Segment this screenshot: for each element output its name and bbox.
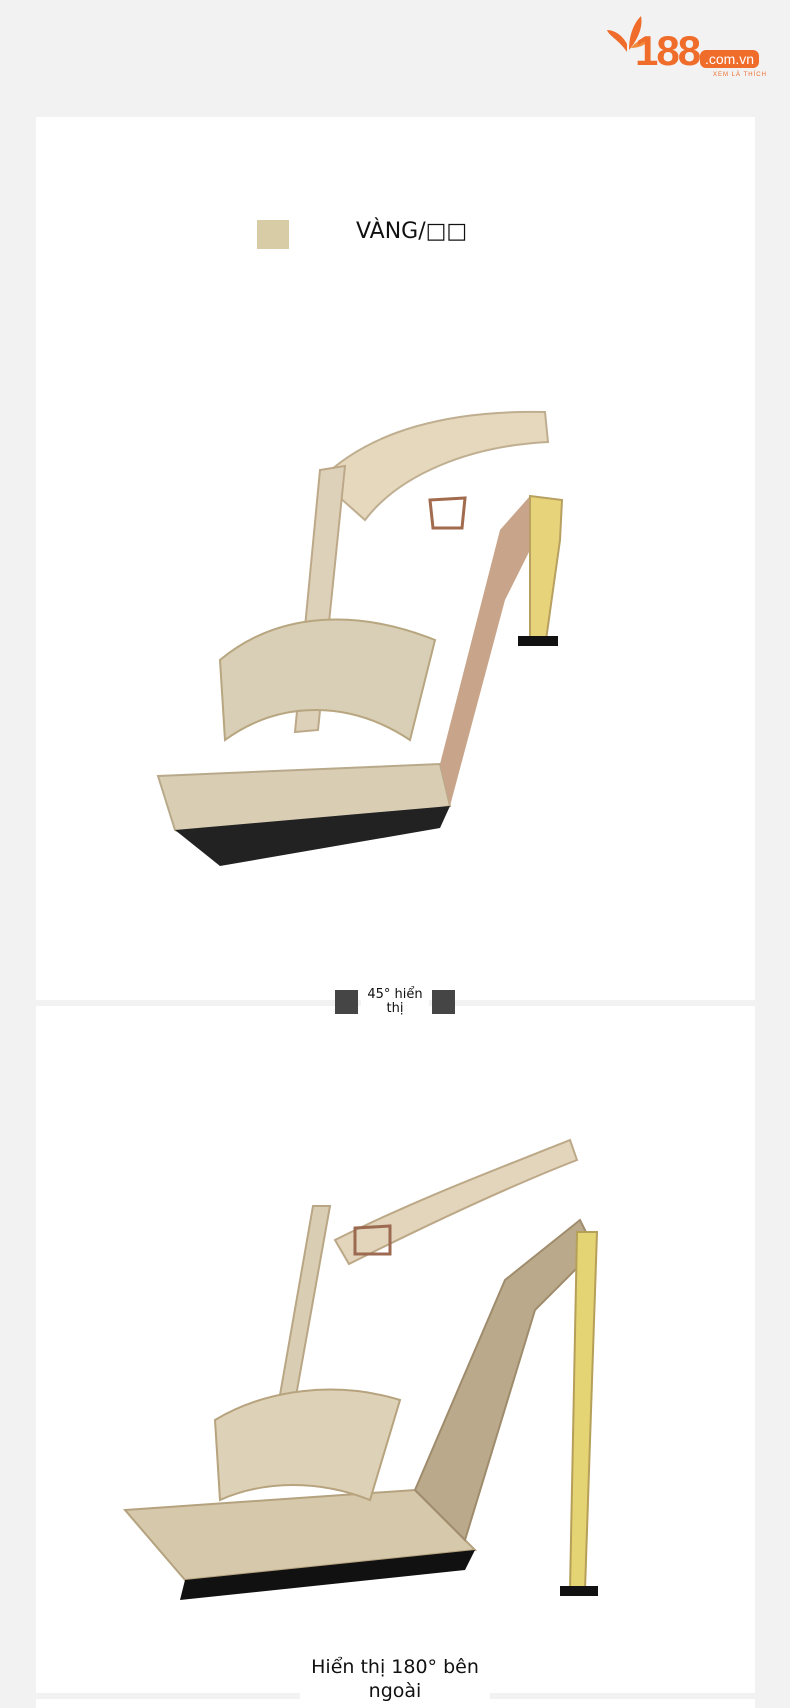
sandal-45-image bbox=[156, 410, 564, 866]
sandal-side-image bbox=[122, 1138, 599, 1600]
color-label: VÀNG/□□ bbox=[356, 219, 468, 244]
logo-tagline: XEM LÀ THÍCH bbox=[713, 72, 767, 78]
color-swatch[interactable] bbox=[257, 220, 289, 249]
view-angle-badge: 45° hiển thị bbox=[335, 988, 455, 1018]
badge-square-left bbox=[335, 990, 358, 1014]
site-logo[interactable]: 188 .com.vn XEM LÀ THÍCH bbox=[605, 12, 785, 82]
logo-number: 188 bbox=[635, 27, 701, 74]
logo-domain: .com.vn bbox=[700, 50, 760, 68]
outside-180-label: Hiển thị 180° bên ngoài bbox=[300, 1655, 490, 1703]
badge-square-right bbox=[432, 990, 455, 1014]
angle-45-label: 45° hiển thị bbox=[361, 988, 429, 1016]
